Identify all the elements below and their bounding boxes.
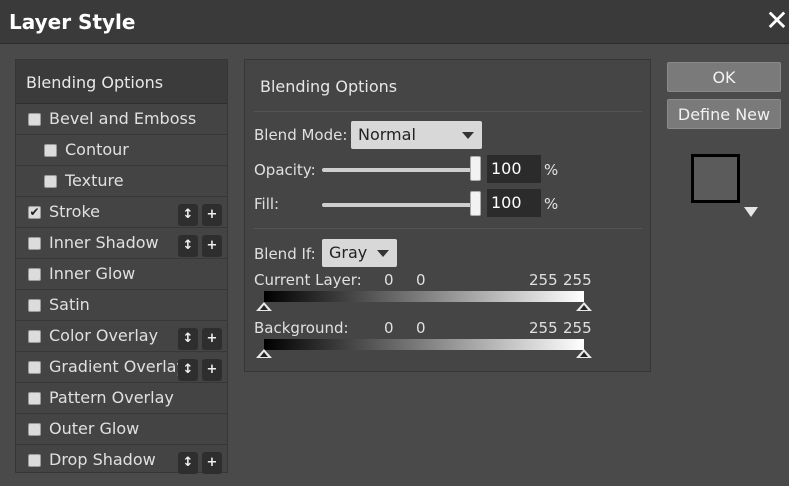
style-list: Blending Options Bevel and Emboss Contour… xyxy=(15,59,228,476)
opacity-unit: % xyxy=(544,161,559,179)
add-icon[interactable]: + xyxy=(202,235,222,257)
current-layer-white-slider[interactable] xyxy=(576,302,592,311)
sidebar-item-pattern-overlay[interactable]: Pattern Overlay xyxy=(16,383,227,414)
close-icon[interactable]: ✕ xyxy=(764,6,789,36)
sidebar-item-label: Drop Shadow xyxy=(49,450,156,469)
background-high-b: 255 xyxy=(563,319,592,337)
sidebar-item-inner-glow[interactable]: Inner Glow xyxy=(16,259,227,290)
current-layer-high-b: 255 xyxy=(563,271,592,289)
panel-title: Blending Options xyxy=(260,77,398,96)
chevron-down-icon xyxy=(377,250,389,257)
blend-if-label: Blend If: xyxy=(254,245,316,263)
checkbox[interactable] xyxy=(28,361,41,374)
current-layer-gradient xyxy=(264,291,584,302)
reorder-icon[interactable]: ↕ xyxy=(178,452,198,474)
checkbox[interactable] xyxy=(28,454,41,467)
blend-mode-value: Normal xyxy=(358,125,416,144)
triangle-down-icon[interactable] xyxy=(744,207,758,217)
fill-unit: % xyxy=(544,195,559,213)
blending-options-panel: Blending Options Blend Mode: Normal Opac… xyxy=(244,59,651,372)
background-gradient xyxy=(264,339,584,350)
add-icon[interactable]: + xyxy=(202,328,222,350)
current-layer-black-slider[interactable] xyxy=(256,302,272,311)
reorder-icon[interactable]: ↕ xyxy=(178,235,198,257)
sidebar-item-drop-shadow[interactable]: Drop Shadow ↕ + xyxy=(16,445,227,476)
sidebar-item-label: Texture xyxy=(65,171,124,190)
checkbox[interactable] xyxy=(28,392,41,405)
blend-if-value: Gray xyxy=(329,243,368,262)
fill-input[interactable]: 100 xyxy=(487,189,541,217)
checkbox[interactable]: ✔ xyxy=(28,206,41,219)
checkbox[interactable] xyxy=(28,268,41,281)
sidebar-item-bevel-and-emboss[interactable]: Bevel and Emboss xyxy=(16,104,227,135)
sidebar-item-label: Inner Glow xyxy=(49,264,136,283)
add-icon[interactable]: + xyxy=(202,359,222,381)
opacity-label: Opacity: xyxy=(254,161,316,179)
current-layer-low-b: 0 xyxy=(416,271,426,289)
sidebar-item-label: Bevel and Emboss xyxy=(49,109,197,128)
sidebar-item-label: Pattern Overlay xyxy=(49,388,174,407)
ok-button[interactable]: OK xyxy=(667,62,781,92)
reorder-icon[interactable]: ↕ xyxy=(178,359,198,381)
sidebar-item-gradient-overlay[interactable]: Gradient Overlay ↕ + xyxy=(16,352,227,383)
sidebar-item-label: Color Overlay xyxy=(49,326,159,345)
sidebar-item-satin[interactable]: Satin xyxy=(16,290,227,321)
sidebar-item-blending-options[interactable]: Blending Options xyxy=(16,60,227,104)
sidebar-item-outer-glow[interactable]: Outer Glow xyxy=(16,414,227,445)
define-new-button[interactable]: Define New xyxy=(667,99,781,129)
divider xyxy=(254,111,642,112)
sidebar-item-contour[interactable]: Contour xyxy=(16,135,227,166)
fill-label: Fill: xyxy=(254,195,280,213)
current-layer-low-a: 0 xyxy=(384,271,394,289)
sidebar-item-label: Gradient Overlay xyxy=(49,357,186,376)
sidebar-item-stroke[interactable]: ✔ Stroke ↕ + xyxy=(16,197,227,228)
sidebar-item-color-overlay[interactable]: Color Overlay ↕ + xyxy=(16,321,227,352)
divider xyxy=(254,228,642,229)
fill-slider[interactable] xyxy=(322,203,480,207)
chevron-down-icon xyxy=(462,132,474,139)
reorder-icon[interactable]: ↕ xyxy=(178,204,198,226)
sidebar-item-label: Inner Shadow xyxy=(49,233,159,252)
dialog-title: Layer Style xyxy=(9,10,136,34)
background-white-slider[interactable] xyxy=(576,349,592,358)
sidebar-item-inner-shadow[interactable]: Inner Shadow ↕ + xyxy=(16,228,227,259)
current-layer-label: Current Layer: xyxy=(254,271,362,289)
background-low-b: 0 xyxy=(416,319,426,337)
sidebar-item-label: Stroke xyxy=(49,202,100,221)
add-icon[interactable]: + xyxy=(202,452,222,474)
dialog-titlebar: Layer Style ✕ xyxy=(0,0,789,44)
sidebar-item-label: Satin xyxy=(49,295,90,314)
current-layer-high-a: 255 xyxy=(529,271,558,289)
sidebar-item-label: Outer Glow xyxy=(49,419,140,438)
background-label: Background: xyxy=(254,319,349,337)
add-icon[interactable]: + xyxy=(202,204,222,226)
opacity-slider[interactable] xyxy=(322,168,480,172)
checkbox[interactable] xyxy=(44,144,57,157)
checkbox[interactable] xyxy=(28,423,41,436)
background-black-slider[interactable] xyxy=(256,349,272,358)
blend-mode-select[interactable]: Normal xyxy=(351,121,482,149)
blend-if-select[interactable]: Gray xyxy=(322,239,397,267)
background-high-a: 255 xyxy=(529,319,558,337)
checkbox[interactable] xyxy=(28,299,41,312)
style-preview-swatch xyxy=(691,154,740,203)
style-items: Bevel and Emboss Contour Texture ✔ Stroke ↕ + I… xyxy=(16,104,227,476)
sidebar-item-label: Contour xyxy=(65,140,129,159)
blend-mode-label: Blend Mode: xyxy=(254,126,348,144)
checkbox[interactable] xyxy=(44,175,57,188)
background-low-a: 0 xyxy=(384,319,394,337)
opacity-input[interactable]: 100 xyxy=(487,155,541,183)
checkbox[interactable] xyxy=(28,330,41,343)
fill-slider-handle[interactable] xyxy=(470,191,481,216)
checkbox[interactable] xyxy=(28,237,41,250)
sidebar-item-texture[interactable]: Texture xyxy=(16,166,227,197)
opacity-slider-handle[interactable] xyxy=(470,156,481,181)
reorder-icon[interactable]: ↕ xyxy=(178,328,198,350)
checkbox[interactable] xyxy=(28,113,41,126)
